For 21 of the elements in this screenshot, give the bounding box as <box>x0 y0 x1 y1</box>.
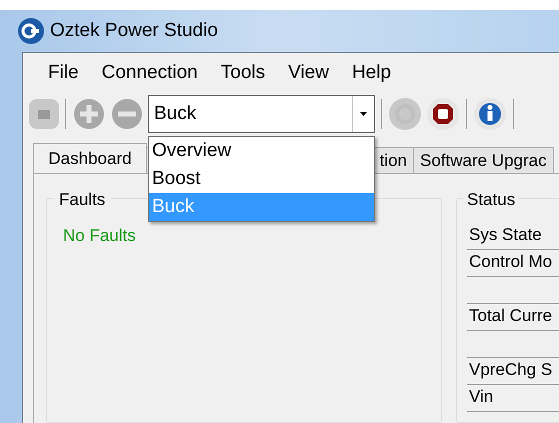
status-label: Vin <box>469 386 494 408</box>
status-label: Control Mo <box>469 250 552 272</box>
status-label: VpreChg S <box>469 358 552 380</box>
app-logo-icon <box>18 18 44 44</box>
mode-dropdown[interactable]: Buck <box>148 95 375 133</box>
menu-item[interactable]: Connection <box>92 58 208 88</box>
tab[interactable]: Software Upgrac <box>413 147 554 173</box>
menu-item[interactable]: Help <box>342 58 402 88</box>
dropdown-option[interactable]: Boost <box>149 165 374 193</box>
status-label: Sys State <box>469 224 542 246</box>
info-icon[interactable] <box>473 97 507 131</box>
stop-icon[interactable] <box>426 97 460 131</box>
window-title: Oztek Power Studio <box>50 18 218 43</box>
dropdown-option[interactable]: Overview <box>149 137 374 165</box>
menu-item[interactable]: Tools <box>210 58 276 88</box>
menu-item[interactable]: View <box>278 58 339 88</box>
menu-item[interactable]: File <box>38 58 89 88</box>
caret-icon <box>360 112 367 116</box>
fault-message: No Faults <box>63 226 136 245</box>
status-label: Total Curre <box>469 304 552 326</box>
tab[interactable]: Dashboard <box>33 143 147 173</box>
